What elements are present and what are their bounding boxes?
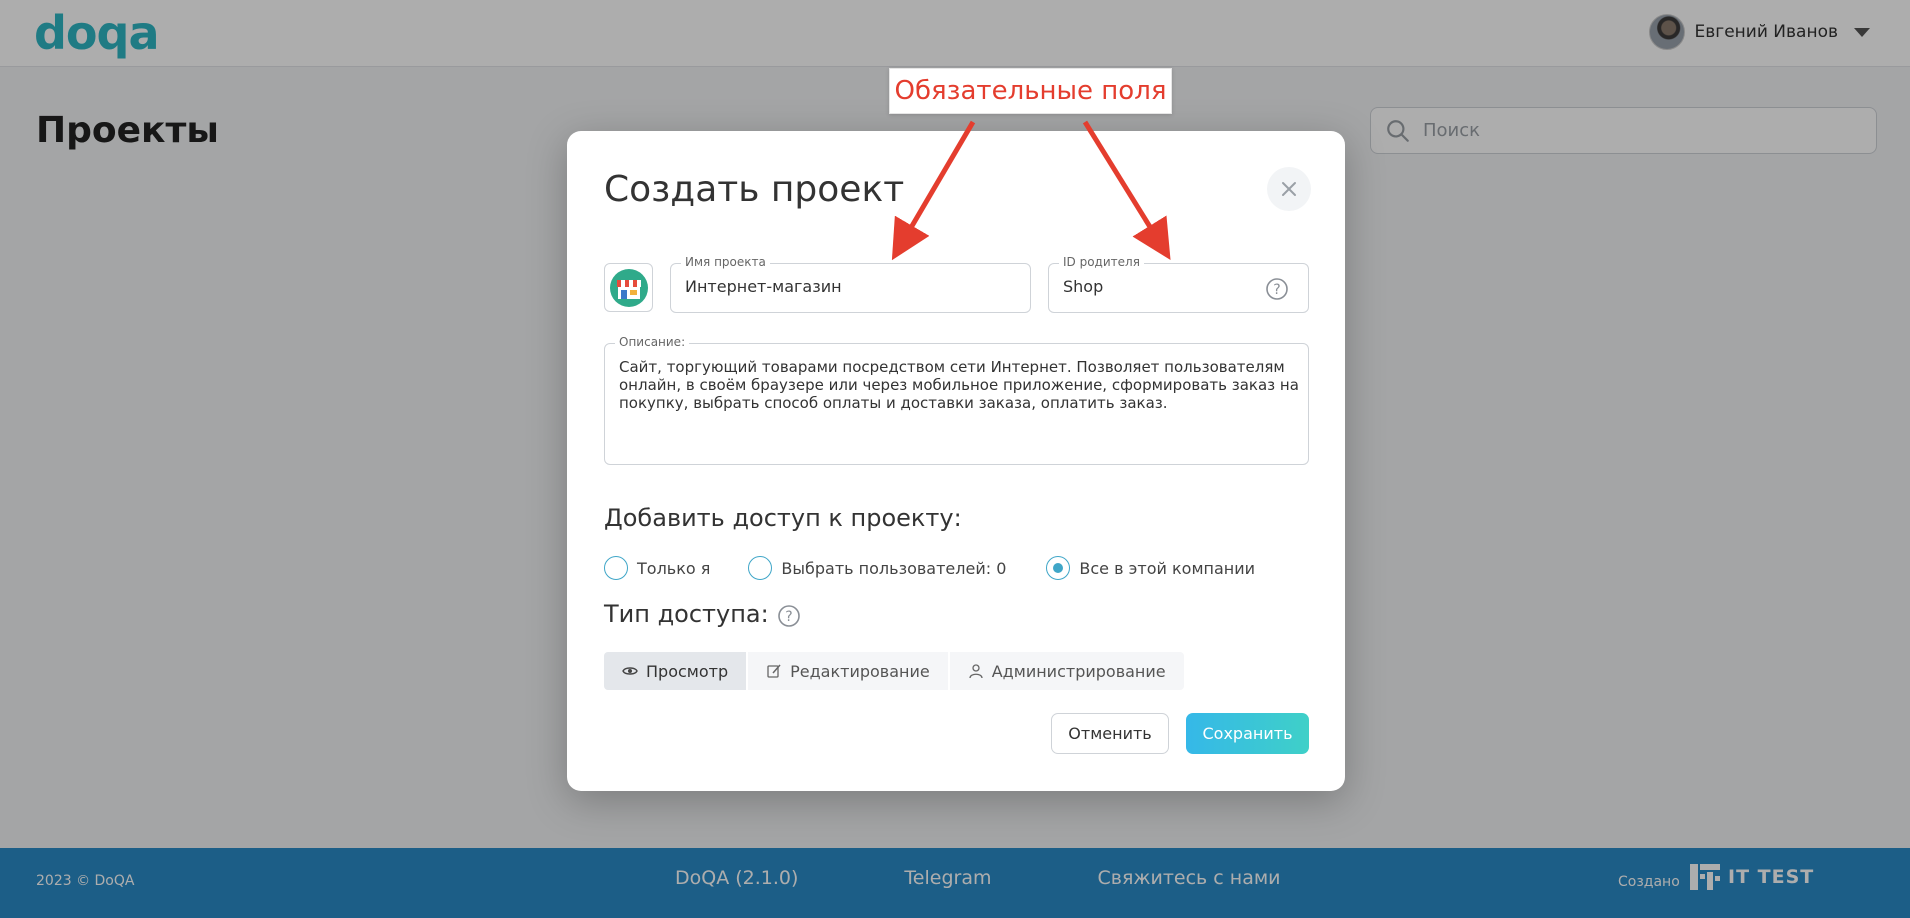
- radio-whole-company[interactable]: Все в этой компании: [1046, 556, 1255, 580]
- parent-id-label: ID родителя: [1059, 255, 1144, 269]
- access-type-title: Тип доступа:: [604, 600, 769, 628]
- access-type-label: Администрирование: [991, 661, 1166, 681]
- save-button[interactable]: Сохранить: [1186, 713, 1309, 754]
- access-type-edit[interactable]: Редактирование: [748, 652, 948, 690]
- description-label: Описание:: [615, 335, 690, 349]
- project-name-field[interactable]: Имя проекта: [670, 255, 1031, 313]
- svg-text:?: ?: [1273, 282, 1280, 298]
- access-type-admin[interactable]: Администрирование: [949, 652, 1184, 690]
- access-title: Добавить доступ к проекту:: [604, 504, 962, 532]
- close-icon: [1282, 182, 1296, 196]
- eye-icon: [622, 667, 638, 675]
- shop-icon: [609, 268, 648, 307]
- radio-circle[interactable]: [604, 556, 628, 580]
- annotation-callout: Обязательные поля: [889, 68, 1172, 114]
- svg-text:?: ?: [785, 609, 792, 625]
- project-name-label: Имя проекта: [681, 255, 770, 269]
- project-name-input[interactable]: [685, 277, 985, 296]
- radio-label: Только я: [637, 558, 711, 578]
- help-icon[interactable]: ?: [777, 604, 801, 628]
- access-type-segmented: Просмотр Редактирование Администрировани…: [604, 652, 1184, 690]
- radio-circle-selected[interactable]: [1046, 556, 1071, 580]
- create-project-modal: Создать проект Имя проекта ID родителя ?: [567, 131, 1345, 791]
- radio-label: Выбрать пользователей: 0: [781, 558, 1007, 578]
- description-input[interactable]: [619, 358, 1299, 458]
- parent-id-input[interactable]: [1063, 277, 1253, 296]
- modal-title: Создать проект: [604, 169, 905, 210]
- access-radio-group: Только я Выбрать пользователей: 0 Все в …: [604, 556, 1255, 580]
- edit-icon: [767, 664, 781, 678]
- access-type-view[interactable]: Просмотр: [604, 652, 747, 690]
- parent-id-field[interactable]: ID родителя ?: [1048, 255, 1309, 313]
- project-icon-picker[interactable]: [604, 263, 653, 312]
- user-icon: [969, 664, 983, 679]
- radio-only-me[interactable]: Только я: [604, 556, 710, 580]
- access-type-label: Просмотр: [646, 661, 729, 681]
- radio-label: Все в этой компании: [1079, 558, 1256, 578]
- help-icon[interactable]: ?: [1265, 277, 1289, 301]
- description-field[interactable]: Описание:: [604, 335, 1309, 465]
- radio-select-users[interactable]: Выбрать пользователей: 0: [748, 556, 1006, 580]
- radio-circle[interactable]: [748, 556, 773, 580]
- access-type-label: Редактирование: [790, 661, 930, 681]
- cancel-button[interactable]: Отменить: [1051, 713, 1169, 754]
- close-button[interactable]: [1267, 167, 1311, 211]
